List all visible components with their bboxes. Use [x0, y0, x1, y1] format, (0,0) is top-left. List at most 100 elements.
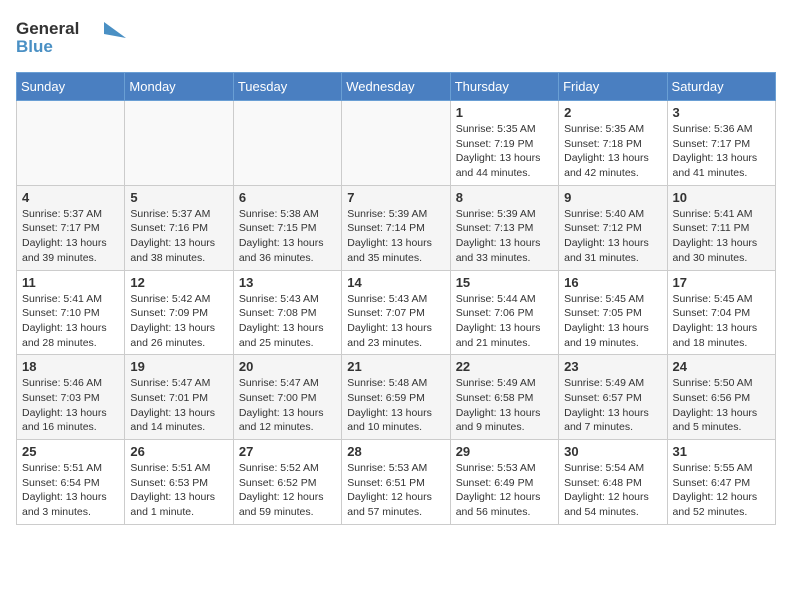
calendar-cell: 13 Sunrise: 5:43 AM Sunset: 7:08 PM Dayli…	[233, 270, 341, 355]
calendar-cell: 14Sunrise: 5:43 AM Sunset: 7:07 PM Dayli…	[342, 270, 450, 355]
day-info: Sunrise: 5:35 AM Sunset: 7:18 PM Dayligh…	[564, 122, 661, 181]
calendar-week-5: 25 Sunrise: 5:51 AM Sunset: 6:54 PM Dayli…	[17, 440, 776, 525]
calendar-cell	[125, 101, 233, 186]
day-info: Sunrise: 5:41 AM Sunset: 7:11 PM Dayligh…	[673, 207, 770, 266]
calendar-cell: 4Sunrise: 5:37 AM Sunset: 7:17 PM Daylig…	[17, 185, 125, 270]
calendar-week-4: 18 Sunrise: 5:46 AM Sunset: 7:03 PM Dayli…	[17, 355, 776, 440]
day-info: Sunrise: 5:45 AM Sunset: 7:05 PM Dayligh…	[564, 292, 661, 351]
calendar-cell	[17, 101, 125, 186]
day-info: Sunrise: 5:41 AM Sunset: 7:10 PM Dayligh…	[22, 292, 119, 351]
day-number: 31	[673, 444, 770, 459]
svg-text:General: General	[16, 19, 79, 38]
day-info: Sunrise: 5:45 AM Sunset: 7:04 PM Dayligh…	[673, 292, 770, 351]
day-number: 8	[456, 190, 553, 205]
calendar-cell: 31 Sunrise: 5:55 AM Sunset: 6:47 PM Dayli…	[667, 440, 775, 525]
calendar-cell: 23Sunrise: 5:49 AM Sunset: 6:57 PM Dayli…	[559, 355, 667, 440]
calendar-week-3: 11 Sunrise: 5:41 AM Sunset: 7:10 PM Dayli…	[17, 270, 776, 355]
calendar-cell: 20 Sunrise: 5:47 AM Sunset: 7:00 PM Dayli…	[233, 355, 341, 440]
day-number: 29	[456, 444, 553, 459]
calendar-cell: 22Sunrise: 5:49 AM Sunset: 6:58 PM Dayli…	[450, 355, 558, 440]
calendar-cell: 24 Sunrise: 5:50 AM Sunset: 6:56 PM Dayli…	[667, 355, 775, 440]
calendar-header: SundayMondayTuesdayWednesdayThursdayFrid…	[17, 73, 776, 101]
calendar-cell: 28 Sunrise: 5:53 AM Sunset: 6:51 PM Dayli…	[342, 440, 450, 525]
calendar-cell	[233, 101, 341, 186]
day-number: 26	[130, 444, 227, 459]
day-header-monday: Monday	[125, 73, 233, 101]
logo: GeneralBlue	[16, 16, 126, 60]
day-info: Sunrise: 5:53 AM Sunset: 6:49 PM Dayligh…	[456, 461, 553, 520]
calendar-cell: 19 Sunrise: 5:47 AM Sunset: 7:01 PM Dayli…	[125, 355, 233, 440]
day-number: 1	[456, 105, 553, 120]
day-number: 15	[456, 275, 553, 290]
day-number: 7	[347, 190, 444, 205]
day-number: 12	[130, 275, 227, 290]
calendar-cell: 16 Sunrise: 5:45 AM Sunset: 7:05 PM Dayli…	[559, 270, 667, 355]
day-number: 25	[22, 444, 119, 459]
calendar-cell: 3Sunrise: 5:36 AM Sunset: 7:17 PM Daylig…	[667, 101, 775, 186]
calendar-cell: 30 Sunrise: 5:54 AM Sunset: 6:48 PM Dayli…	[559, 440, 667, 525]
day-info: Sunrise: 5:50 AM Sunset: 6:56 PM Dayligh…	[673, 376, 770, 435]
day-info: Sunrise: 5:43 AM Sunset: 7:08 PM Dayligh…	[239, 292, 336, 351]
day-info: Sunrise: 5:54 AM Sunset: 6:48 PM Dayligh…	[564, 461, 661, 520]
day-number: 28	[347, 444, 444, 459]
calendar-cell: 9Sunrise: 5:40 AM Sunset: 7:12 PM Daylig…	[559, 185, 667, 270]
day-number: 10	[673, 190, 770, 205]
day-number: 19	[130, 359, 227, 374]
day-number: 6	[239, 190, 336, 205]
calendar-cell: 18 Sunrise: 5:46 AM Sunset: 7:03 PM Dayli…	[17, 355, 125, 440]
day-number: 17	[673, 275, 770, 290]
day-header-wednesday: Wednesday	[342, 73, 450, 101]
logo-svg: GeneralBlue	[16, 16, 126, 60]
calendar-body: 1 Sunrise: 5:35 AM Sunset: 7:19 PM Daylig…	[17, 101, 776, 525]
day-header-row: SundayMondayTuesdayWednesdayThursdayFrid…	[17, 73, 776, 101]
calendar-cell: 2Sunrise: 5:35 AM Sunset: 7:18 PM Daylig…	[559, 101, 667, 186]
day-info: Sunrise: 5:38 AM Sunset: 7:15 PM Dayligh…	[239, 207, 336, 266]
day-number: 23	[564, 359, 661, 374]
calendar-cell: 21Sunrise: 5:48 AM Sunset: 6:59 PM Dayli…	[342, 355, 450, 440]
calendar-cell: 11 Sunrise: 5:41 AM Sunset: 7:10 PM Dayli…	[17, 270, 125, 355]
day-number: 18	[22, 359, 119, 374]
day-header-thursday: Thursday	[450, 73, 558, 101]
calendar-week-1: 1 Sunrise: 5:35 AM Sunset: 7:19 PM Daylig…	[17, 101, 776, 186]
day-info: Sunrise: 5:39 AM Sunset: 7:14 PM Dayligh…	[347, 207, 444, 266]
calendar-cell: 27 Sunrise: 5:52 AM Sunset: 6:52 PM Dayli…	[233, 440, 341, 525]
day-number: 11	[22, 275, 119, 290]
day-number: 27	[239, 444, 336, 459]
day-info: Sunrise: 5:52 AM Sunset: 6:52 PM Dayligh…	[239, 461, 336, 520]
calendar-cell: 29 Sunrise: 5:53 AM Sunset: 6:49 PM Dayli…	[450, 440, 558, 525]
calendar-cell: 17 Sunrise: 5:45 AM Sunset: 7:04 PM Dayli…	[667, 270, 775, 355]
day-number: 30	[564, 444, 661, 459]
day-info: Sunrise: 5:51 AM Sunset: 6:54 PM Dayligh…	[22, 461, 119, 520]
day-number: 21	[347, 359, 444, 374]
day-number: 24	[673, 359, 770, 374]
day-info: Sunrise: 5:53 AM Sunset: 6:51 PM Dayligh…	[347, 461, 444, 520]
day-info: Sunrise: 5:51 AM Sunset: 6:53 PM Dayligh…	[130, 461, 227, 520]
day-info: Sunrise: 5:42 AM Sunset: 7:09 PM Dayligh…	[130, 292, 227, 351]
day-number: 14	[347, 275, 444, 290]
day-header-friday: Friday	[559, 73, 667, 101]
day-header-saturday: Saturday	[667, 73, 775, 101]
day-info: Sunrise: 5:55 AM Sunset: 6:47 PM Dayligh…	[673, 461, 770, 520]
calendar-cell: 1 Sunrise: 5:35 AM Sunset: 7:19 PM Daylig…	[450, 101, 558, 186]
day-info: Sunrise: 5:35 AM Sunset: 7:19 PM Dayligh…	[456, 122, 553, 181]
day-info: Sunrise: 5:44 AM Sunset: 7:06 PM Dayligh…	[456, 292, 553, 351]
day-info: Sunrise: 5:47 AM Sunset: 7:01 PM Dayligh…	[130, 376, 227, 435]
calendar-cell	[342, 101, 450, 186]
calendar-cell: 7 Sunrise: 5:39 AM Sunset: 7:14 PM Daylig…	[342, 185, 450, 270]
calendar-cell: 6 Sunrise: 5:38 AM Sunset: 7:15 PM Daylig…	[233, 185, 341, 270]
day-info: Sunrise: 5:39 AM Sunset: 7:13 PM Dayligh…	[456, 207, 553, 266]
calendar-week-2: 4Sunrise: 5:37 AM Sunset: 7:17 PM Daylig…	[17, 185, 776, 270]
day-number: 16	[564, 275, 661, 290]
calendar-cell: 25 Sunrise: 5:51 AM Sunset: 6:54 PM Dayli…	[17, 440, 125, 525]
calendar-cell: 8 Sunrise: 5:39 AM Sunset: 7:13 PM Daylig…	[450, 185, 558, 270]
svg-text:Blue: Blue	[16, 37, 53, 56]
calendar-cell: 15 Sunrise: 5:44 AM Sunset: 7:06 PM Dayli…	[450, 270, 558, 355]
day-info: Sunrise: 5:40 AM Sunset: 7:12 PM Dayligh…	[564, 207, 661, 266]
day-number: 13	[239, 275, 336, 290]
day-number: 20	[239, 359, 336, 374]
day-info: Sunrise: 5:47 AM Sunset: 7:00 PM Dayligh…	[239, 376, 336, 435]
page-header: GeneralBlue	[16, 16, 776, 60]
day-number: 5	[130, 190, 227, 205]
day-header-tuesday: Tuesday	[233, 73, 341, 101]
day-info: Sunrise: 5:46 AM Sunset: 7:03 PM Dayligh…	[22, 376, 119, 435]
